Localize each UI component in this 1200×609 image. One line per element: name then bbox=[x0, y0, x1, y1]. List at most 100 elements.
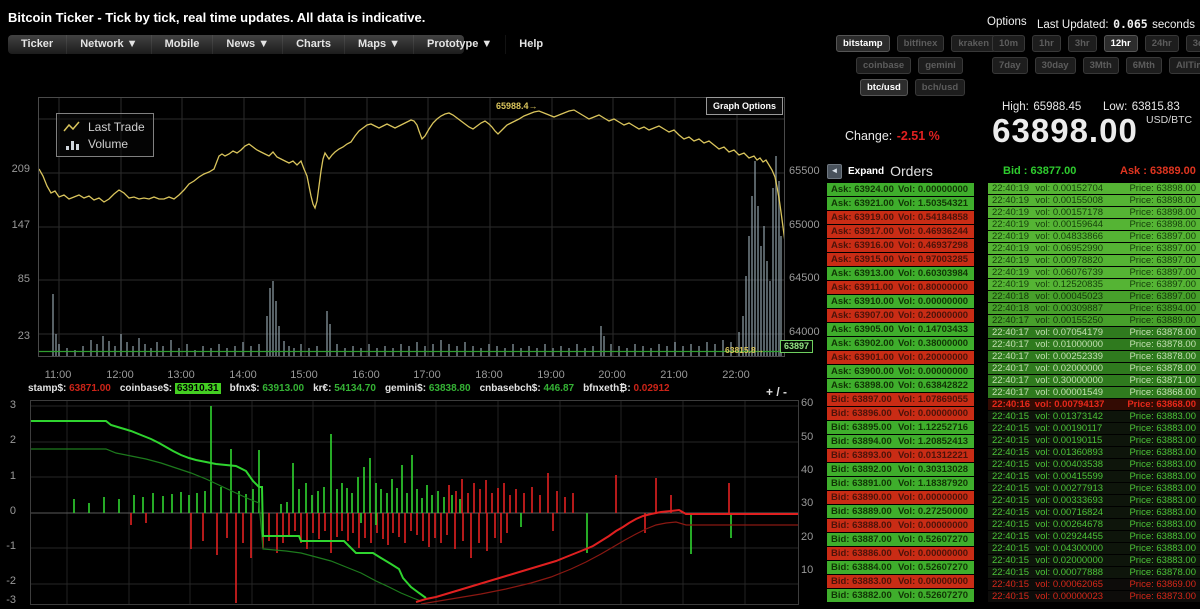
trade-price: Price: 63897.00 bbox=[1129, 231, 1196, 242]
main-x-tick: 13:00 bbox=[167, 369, 195, 381]
ask-row: Ask: 63901.00 Vol: 0.20000000 bbox=[827, 351, 974, 364]
menu-item-charts[interactable]: Charts bbox=[282, 35, 344, 54]
trade-price: Price: 63883.00 bbox=[1129, 531, 1196, 542]
trade-row: 22:40:15 vol: 0.00000023 Price: 63873.00 bbox=[988, 591, 1200, 602]
currency-pair-label: USD/BTC bbox=[1146, 114, 1193, 126]
trade-row: 22:40:19 vol: 0.06076739 Price: 63897.00 bbox=[988, 267, 1200, 278]
trade-price: Price: 63883.00 bbox=[1129, 555, 1196, 566]
trade-price: Price: 63897.00 bbox=[1129, 255, 1196, 266]
menu-item-ticker[interactable]: Ticker bbox=[8, 35, 66, 54]
timeframe-button-30day[interactable]: 30day bbox=[1034, 57, 1076, 74]
bottom-chart-canvas bbox=[31, 401, 798, 605]
last-price: 63898.00 bbox=[992, 112, 1138, 149]
order-volume: Vol: 0.38000000 bbox=[898, 338, 969, 349]
exchange-button-coinbase[interactable]: coinbase bbox=[856, 57, 912, 74]
trade-volume: vol: 0.00157178 bbox=[1035, 207, 1104, 218]
bid-row: Bid: 63895.00 Vol: 1.12252716 bbox=[827, 421, 974, 434]
trade-price: Price: 63883.00 bbox=[1129, 471, 1196, 482]
main-menu: Ticker Network ▼ Mobile News ▼ Charts Maps ▼ P… bbox=[8, 35, 543, 54]
timeframe-buttons-row1: 10m 1hr 3hr 12hr 24hr 3day bbox=[992, 35, 1200, 52]
exchange-button-bitstamp[interactable]: bitstamp bbox=[836, 35, 890, 52]
trade-row: 22:40:15 vol: 0.00190115 Price: 63883.00 bbox=[988, 435, 1200, 446]
ask-row: Ask: 63916.00 Vol: 0.46937298 bbox=[827, 239, 974, 252]
trade-time: 22:40:19 bbox=[992, 255, 1029, 266]
timeframe-button-12hr[interactable]: 12hr bbox=[1103, 35, 1138, 52]
ticker-stamp: stamp$: 63871.00 bbox=[28, 383, 111, 394]
trade-row: 22:40:15 vol: 0.00264678 Price: 63883.00 bbox=[988, 519, 1200, 530]
order-volume: Vol: 0.52607270 bbox=[898, 534, 969, 545]
premium-difference-chart[interactable] bbox=[30, 400, 799, 605]
timeframe-button-7day[interactable]: 7day bbox=[992, 57, 1028, 74]
last-trade-line-icon bbox=[63, 121, 80, 131]
zoom-plus-minus-control[interactable]: + / - bbox=[766, 385, 787, 399]
timeframe-button-3hr[interactable]: 3hr bbox=[1067, 35, 1097, 52]
menu-item-news[interactable]: News ▼ bbox=[212, 35, 282, 54]
trade-price: Price: 63883.00 bbox=[1129, 423, 1196, 434]
timeframe-button-AllTime[interactable]: AllTime bbox=[1168, 57, 1200, 74]
trade-time: 22:40:15 bbox=[992, 579, 1029, 590]
ticker-label: bfnx$: bbox=[229, 383, 263, 394]
trade-row: 22:40:15 vol: 0.00062065 Price: 63869.00 bbox=[988, 579, 1200, 590]
legend-last-trade[interactable]: Last Trade bbox=[63, 118, 145, 135]
order-volume: Vol: 0.00000000 bbox=[898, 520, 969, 531]
order-price: Ask: 63902.00 bbox=[831, 338, 894, 349]
bottom-y-left-tick: 3 bbox=[9, 399, 16, 411]
menu-item-network[interactable]: Network ▼ bbox=[66, 35, 150, 54]
order-volume: Vol: 0.20000000 bbox=[898, 310, 969, 321]
timeframe-button-3Mth[interactable]: 3Mth bbox=[1082, 57, 1119, 74]
timeframe-button-6Mth[interactable]: 6Mth bbox=[1125, 57, 1162, 74]
order-price: Bid: 63892.00 bbox=[831, 464, 892, 475]
menu-item-help[interactable]: Help bbox=[505, 35, 556, 54]
timeframe-button-10m[interactable]: 10m bbox=[992, 35, 1026, 52]
menu-item-maps[interactable]: Maps ▼ bbox=[343, 35, 413, 54]
timeframe-button-3day[interactable]: 3day bbox=[1185, 35, 1200, 52]
trade-row: 22:40:15 vol: 0.01360893 Price: 63883.00 bbox=[988, 447, 1200, 458]
order-price: Bid: 63897.00 bbox=[831, 394, 892, 405]
exchange-buttons-row1: bitstamp bitfinex kraken bbox=[836, 35, 997, 52]
pair-button-btcusd[interactable]: btc/usd bbox=[860, 79, 908, 96]
order-price: Bid: 63882.00 bbox=[831, 590, 892, 601]
expand-button[interactable]: Expand bbox=[848, 166, 884, 177]
bottom-y-left-tick: -2 bbox=[6, 575, 16, 587]
trade-price: Price: 63883.00 bbox=[1129, 495, 1196, 506]
order-price: Bid: 63889.00 bbox=[831, 506, 892, 517]
trade-time: 22:40:15 bbox=[992, 447, 1029, 458]
exchange-button-bitfinex[interactable]: bitfinex bbox=[896, 35, 945, 52]
exchange-button-kraken[interactable]: kraken bbox=[951, 35, 997, 52]
options-link[interactable]: Options bbox=[987, 16, 1027, 28]
trade-row: 22:40:15 vol: 0.02924455 Price: 63883.00 bbox=[988, 531, 1200, 542]
trade-row: 22:40:19 vol: 0.04833866 Price: 63897.00 bbox=[988, 231, 1200, 242]
exchange-button-gemini[interactable]: gemini bbox=[918, 57, 963, 74]
ticker-gemini: gemini$: 63838.80 bbox=[385, 383, 471, 394]
timeframe-button-24hr[interactable]: 24hr bbox=[1144, 35, 1179, 52]
order-volume: Vol: 0.54184858 bbox=[898, 212, 969, 223]
legend-volume[interactable]: Volume bbox=[63, 135, 145, 152]
ask-row: Ask: 63902.00 Vol: 0.38000000 bbox=[827, 337, 974, 350]
main-price-chart[interactable]: Last Trade Volume Graph Options 65988.4→… bbox=[38, 97, 816, 357]
pair-button-bchusd[interactable]: bch/usd bbox=[914, 79, 966, 96]
graph-options-button[interactable]: Graph Options bbox=[706, 97, 783, 115]
trade-price: Price: 63873.00 bbox=[1129, 591, 1196, 602]
ticker-value: 54134.70 bbox=[334, 383, 376, 394]
main-y-left-tick: 209 bbox=[11, 163, 30, 175]
order-volume: Vol: 0.14703433 bbox=[898, 324, 969, 335]
trade-time: 22:40:15 bbox=[992, 555, 1029, 566]
bottom-y-left-tick: -1 bbox=[6, 540, 16, 552]
order-price: Ask: 63901.00 bbox=[831, 352, 894, 363]
order-price: Ask: 63917.00 bbox=[831, 226, 894, 237]
ticker-label: kr€: bbox=[313, 383, 335, 394]
timeframe-button-1hr[interactable]: 1hr bbox=[1032, 35, 1061, 52]
trade-price: Price: 63897.00 bbox=[1129, 267, 1196, 278]
order-volume: Vol: 0.97003285 bbox=[898, 254, 969, 265]
menu-item-prototype[interactable]: Prototype ▼ bbox=[413, 35, 505, 54]
collapse-arrow-icon[interactable]: ◄ bbox=[827, 163, 842, 179]
trade-time: 22:40:15 bbox=[992, 435, 1029, 446]
pair-buttons: btc/usd bch/usd bbox=[860, 79, 966, 96]
trade-row: 22:40:15 vol: 0.04300000 Price: 63883.00 bbox=[988, 543, 1200, 554]
trade-price: Price: 63871.00 bbox=[1129, 375, 1196, 386]
last-price-tag: 63897 bbox=[780, 340, 814, 353]
trade-price: Price: 63883.00 bbox=[1129, 411, 1196, 422]
trade-row: 22:40:18 vol: 0.00045023 Price: 63897.00 bbox=[988, 291, 1200, 302]
menu-item-mobile[interactable]: Mobile bbox=[150, 35, 213, 54]
change-value: -2.51 % bbox=[896, 129, 940, 143]
